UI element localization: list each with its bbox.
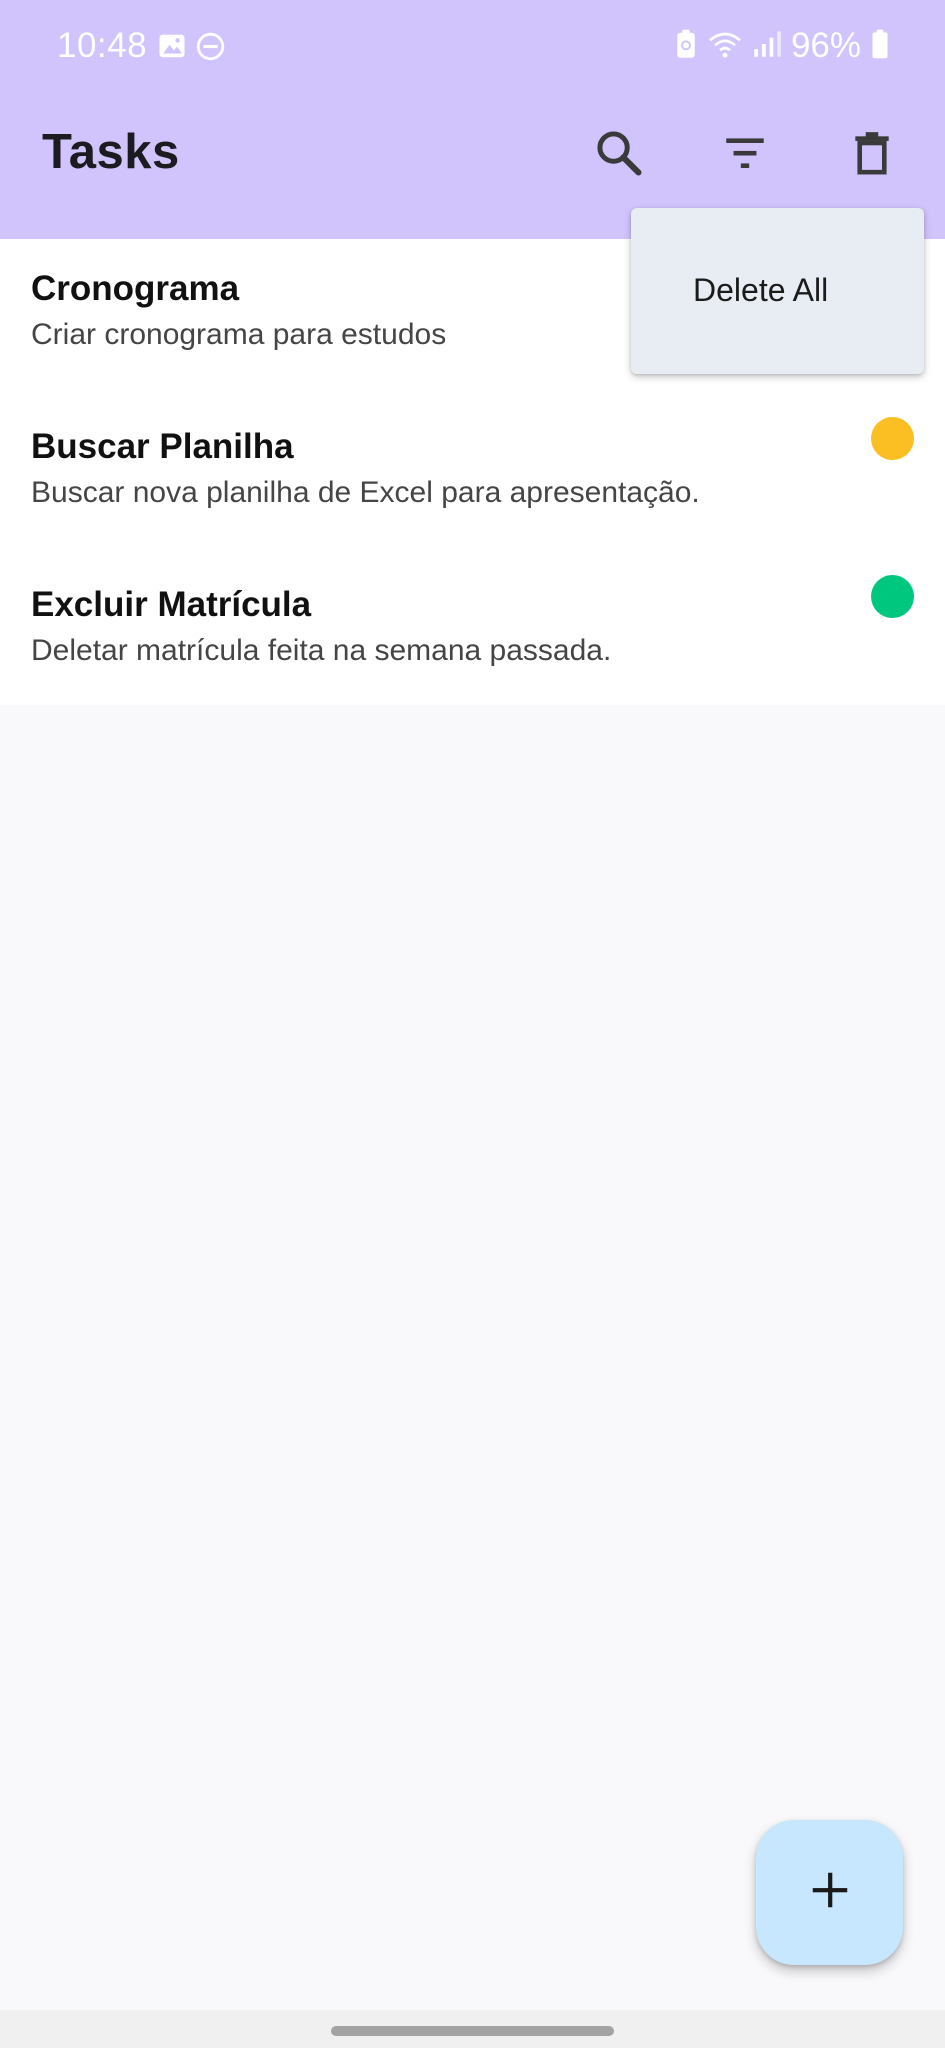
battery-saver-icon [675,29,697,64]
delete-icon [847,128,897,183]
delete-all-menu-item[interactable]: Delete All [693,272,828,309]
wifi-icon [707,29,743,64]
priority-indicator [871,575,914,618]
battery-percentage: 96% [790,26,861,65]
filter-icon [720,128,770,183]
search-icon [593,127,645,184]
priority-indicator [871,417,914,460]
task-title: Buscar Planilha [31,427,294,466]
navigation-bar [0,2010,945,2048]
status-bar: 10:48 96% [0,0,945,95]
task-item[interactable]: Buscar Planilha Buscar nova planilha de … [0,397,945,555]
delete-button[interactable] [843,126,901,184]
task-description: Criar cronograma para estudos [31,318,447,351]
add-task-button[interactable] [756,1820,903,1965]
signal-icon [753,30,781,63]
task-title: Excluir Matrícula [31,585,312,624]
page-title: Tasks [42,125,180,179]
overflow-menu: Delete All [631,208,924,374]
status-indicators: 96% [675,26,889,66]
task-title: Cronograma [31,269,240,308]
battery-icon [871,29,889,64]
gesture-handle[interactable] [331,2026,614,2036]
task-description: Buscar nova planilha de Excel para apres… [31,476,700,509]
image-icon [157,31,187,66]
app-bar: 10:48 96% Tasks [0,0,945,239]
do-not-disturb-icon [195,31,226,67]
task-item[interactable]: Excluir Matrícula Deletar matrícula feit… [0,555,945,713]
search-button[interactable] [590,126,648,184]
task-description: Deletar matrícula feita na semana passad… [31,634,612,667]
filter-button[interactable] [716,126,774,184]
status-time: 10:48 [57,26,148,65]
add-icon [807,1867,853,1918]
